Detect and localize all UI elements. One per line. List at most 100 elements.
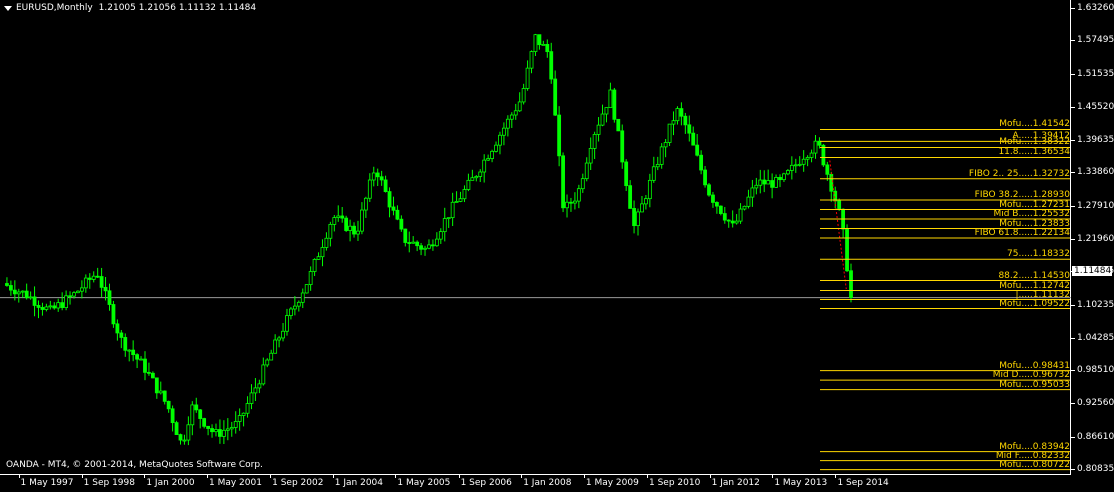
candle-body — [797, 163, 802, 166]
candle-body — [229, 427, 234, 430]
price-tick — [1071, 40, 1075, 42]
candle-body — [517, 101, 522, 112]
fibo-level-label: Mid B.....1.25532 — [993, 209, 1070, 219]
candle-body — [450, 201, 455, 219]
candle-body — [691, 132, 696, 146]
fibo-level-label: 88.2.....1.14530 — [998, 270, 1070, 281]
candle-body — [249, 392, 254, 404]
candle-body — [770, 180, 775, 188]
candle-body — [40, 307, 45, 310]
time-tick — [18, 475, 20, 478]
candles — [5, 33, 853, 446]
candle-body — [265, 359, 270, 366]
candle-body — [221, 429, 226, 437]
candle-body — [584, 162, 589, 180]
time-tick — [332, 475, 334, 478]
candle-body — [557, 114, 562, 157]
price-tick-label: 1.45520 — [1077, 102, 1114, 113]
candle-body — [659, 146, 664, 165]
price-chart[interactable] — [0, 0, 1071, 475]
fibo-level-label: Mofu....1.38322 — [999, 137, 1070, 148]
candle-body — [403, 228, 408, 243]
candle-body — [466, 179, 471, 190]
price-tick — [1071, 403, 1075, 405]
candle-body — [277, 337, 281, 341]
candle-body — [667, 123, 672, 143]
candle-body — [225, 428, 230, 431]
price-tick-label: 1.39635 — [1077, 135, 1114, 146]
candle-body — [431, 244, 435, 247]
candle-body — [592, 134, 597, 149]
candle-body — [718, 205, 723, 214]
candle-body — [135, 354, 140, 360]
price-axis[interactable]: 1.63260 1.57495 1.51535 1.45520 1.39635 1.338… — [1071, 0, 1114, 492]
candle-body — [68, 295, 72, 298]
time-tick — [270, 475, 272, 478]
candle-body — [72, 292, 76, 297]
candle-body — [805, 157, 810, 160]
candle-body — [640, 203, 644, 213]
candle-body — [387, 191, 392, 208]
price-tick — [1071, 337, 1075, 339]
candle-body — [312, 259, 317, 272]
candle-body — [612, 89, 617, 120]
time-tick — [144, 475, 146, 478]
price-tick-label: 1.27910 — [1077, 200, 1114, 211]
candle-body — [119, 332, 124, 338]
candle-body — [115, 323, 120, 334]
candle-body — [356, 230, 360, 235]
candle-body — [490, 150, 494, 159]
time-tick-label: 1 Jan 2004 — [334, 478, 383, 488]
price-tick — [1071, 370, 1075, 372]
candle-body — [269, 352, 274, 361]
candle-body — [644, 198, 648, 205]
price-tick — [1071, 469, 1075, 470]
chart-area[interactable] — [0, 0, 1071, 475]
candle-body — [182, 439, 187, 442]
candle-body — [565, 201, 569, 209]
candle-body — [446, 217, 451, 220]
candle-body — [44, 306, 49, 310]
candle-body — [738, 208, 743, 222]
price-tick — [1071, 172, 1075, 174]
fibo-level-label: Mofu....0.80722 — [999, 459, 1070, 470]
price-tick-label: 0.98510 — [1077, 365, 1114, 376]
candle-body — [513, 110, 518, 116]
fibo-level-label: Mofu....0.95033 — [999, 379, 1070, 390]
candle-body — [178, 434, 183, 441]
candle-body — [825, 164, 830, 175]
candle-body — [438, 231, 443, 240]
candle-body — [111, 304, 116, 325]
candle-body — [304, 284, 309, 294]
candle-body — [683, 115, 688, 126]
candle-body — [714, 202, 719, 207]
candle-body — [470, 177, 475, 181]
candle-body — [545, 43, 550, 53]
fibo-level-label: 11.8.....1.36534 — [998, 147, 1070, 158]
candle-body — [285, 315, 289, 332]
candle-body — [458, 198, 463, 202]
candle-body — [300, 292, 305, 303]
candle-body — [363, 197, 368, 211]
candle-body — [24, 290, 29, 299]
candle-body — [127, 349, 132, 352]
time-tick — [583, 475, 585, 478]
price-tick — [1071, 436, 1075, 438]
candle-body — [600, 113, 605, 126]
fibo-level-label: FIBO 38.2.....1.28930 — [974, 190, 1070, 200]
candle-body — [762, 179, 767, 185]
candle-body — [502, 127, 506, 136]
time-axis[interactable]: 1 May 1997 1 Sep 1998 1 Jan 2000 1 May 2001… — [0, 475, 1071, 492]
candle-body — [391, 206, 396, 211]
candle-body — [707, 184, 711, 196]
candle-body — [746, 196, 751, 207]
candle-body — [778, 177, 782, 181]
candle-body — [541, 43, 546, 46]
candle-body — [143, 358, 147, 373]
candle-body — [296, 301, 301, 307]
dropdown-triangle-icon[interactable] — [4, 5, 12, 11]
candle-body — [91, 275, 96, 280]
price-tick-label: 1.04285 — [1077, 332, 1114, 343]
candle-body — [726, 219, 731, 222]
candle-body — [170, 408, 175, 424]
